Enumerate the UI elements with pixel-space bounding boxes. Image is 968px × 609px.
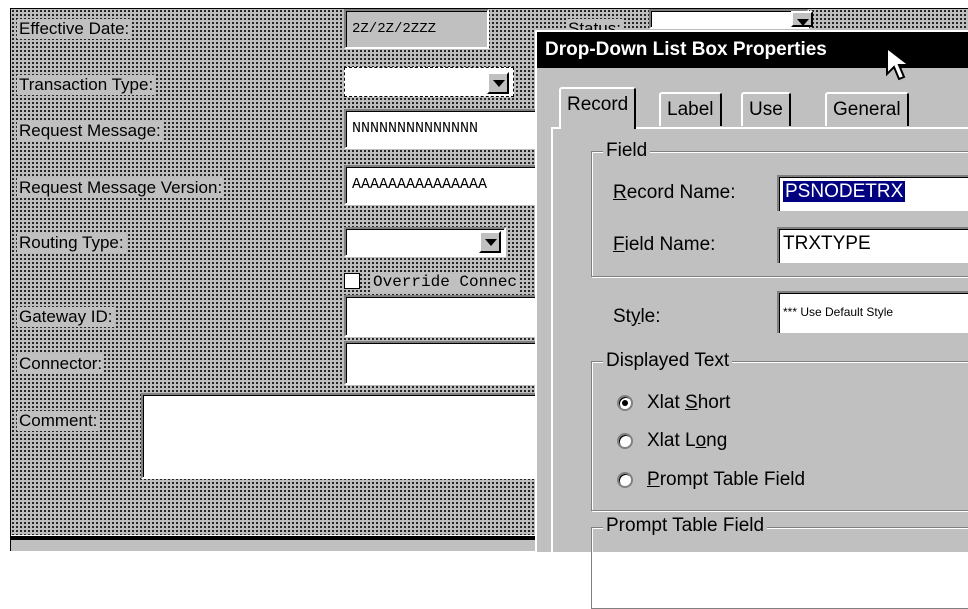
request-message-label: Request Message: [17, 121, 163, 141]
prompt-table-field-group [591, 527, 968, 609]
comment-label: Comment: [17, 411, 100, 431]
tab-panel-record: Field Record Name: PSNODETRX Field Name:… [551, 127, 968, 609]
radio-xlat-long[interactable] [617, 433, 633, 449]
request-message-field[interactable]: NNNNNNNNNNNNNN [344, 109, 554, 149]
gateway-id-label: Gateway ID: [17, 307, 115, 327]
request-message-version-label: Request Message Version: [17, 178, 225, 198]
displayed-text-title: Displayed Text [603, 350, 733, 372]
tab-record[interactable]: Record [559, 87, 637, 129]
radio-prompt-table-field[interactable] [617, 472, 633, 488]
effective-date-field[interactable]: 2Z/2Z/2ZZZ [344, 9, 489, 49]
connector-label: Connector: [17, 354, 105, 374]
tab-general[interactable]: General [825, 92, 909, 126]
tab-use[interactable]: Use [741, 92, 791, 126]
mouse-cursor-icon [886, 46, 912, 81]
record-name-field[interactable]: PSNODETRX [777, 175, 968, 211]
effective-date-label: Effective Date: [17, 19, 132, 39]
gateway-id-field[interactable] [344, 295, 554, 337]
page-footer-strip [11, 540, 551, 551]
request-message-version-field[interactable]: AAAAAAAAAAAAAAA [344, 165, 554, 205]
record-name-label: Record Name: [613, 182, 736, 203]
override-connector-label: Override Connec [371, 272, 520, 292]
dropdown-properties-dialog: Drop-Down List Box Properties Record Lab… [535, 30, 968, 609]
prompt-table-field-label[interactable]: Prompt Table Field [647, 468, 805, 492]
field-name-label: Field Name: [613, 234, 716, 255]
status-dropdown-button[interactable] [791, 11, 813, 27]
prompt-table-field-title: Prompt Table Field [603, 515, 768, 537]
style-dropdown[interactable]: *** Use Default Style [777, 291, 968, 333]
status-dropdown[interactable] [649, 9, 809, 29]
style-value: *** Use Default Style [783, 305, 894, 319]
xlat-short-label[interactable]: Xlat Short [647, 391, 730, 415]
xlat-long-label[interactable]: Xlat Long [647, 429, 727, 453]
tab-label[interactable]: Label [659, 92, 722, 126]
field-group-title: Field [603, 140, 651, 162]
comment-textarea[interactable] [141, 393, 551, 479]
record-name-value: PSNODETRX [783, 181, 906, 202]
routing-type-dropdown-button[interactable] [479, 231, 501, 253]
connector-field[interactable] [344, 341, 554, 385]
field-name-field[interactable]: TRXTYPE [777, 227, 968, 263]
routing-type-label: Routing Type: [17, 233, 126, 253]
transaction-type-dropdown-button[interactable] [487, 72, 509, 94]
override-connector-checkbox[interactable] [344, 273, 360, 289]
radio-xlat-short[interactable] [617, 395, 633, 411]
transaction-type-label: Transaction Type: [17, 75, 156, 95]
style-label: Style: [613, 306, 661, 327]
